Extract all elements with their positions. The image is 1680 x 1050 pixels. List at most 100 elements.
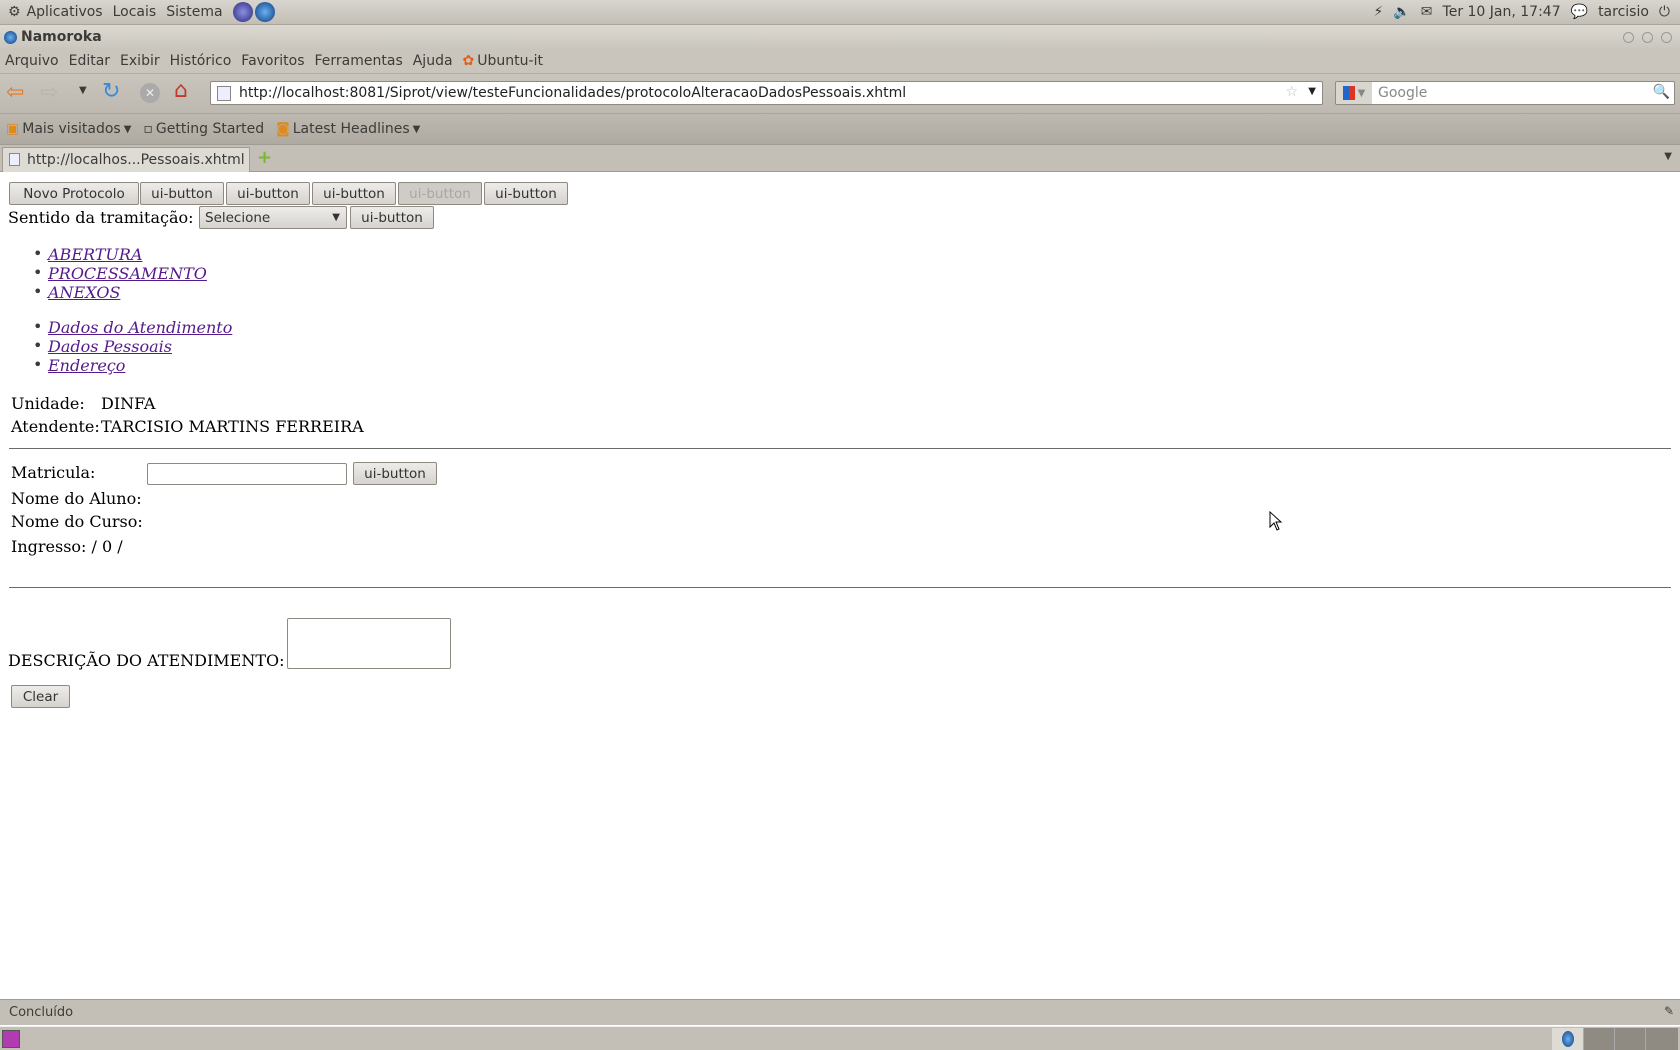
- forward-icon[interactable]: ⇨: [40, 80, 58, 105]
- bottom-panel: [0, 1026, 1680, 1050]
- window-title: Namoroka: [21, 29, 102, 45]
- search-icon[interactable]: 🔍: [1653, 84, 1670, 100]
- matricula-label: Matricula:: [11, 463, 96, 482]
- bookmark-star-icon[interactable]: ☆: [1285, 84, 1298, 100]
- menu-editar[interactable]: Editar: [69, 53, 110, 69]
- atendente-value: TARCISIO MARTINS FERREIRA: [101, 417, 364, 436]
- menu-ubuntu-it[interactable]: Ubuntu-it: [477, 53, 543, 69]
- workspace-1[interactable]: [1552, 1028, 1583, 1050]
- chat-icon[interactable]: 💬: [1571, 4, 1588, 20]
- bookmark-latest-headlines[interactable]: Latest Headlines: [293, 121, 410, 137]
- page-icon: [217, 86, 231, 101]
- menu-arquivo[interactable]: Arquivo: [5, 53, 59, 69]
- ui-button-5[interactable]: ui-button: [484, 182, 568, 205]
- bookmark-mais-visitados[interactable]: Mais visitados: [22, 121, 120, 137]
- section-endereco[interactable]: Endereço: [48, 356, 125, 375]
- matricula-search-button[interactable]: ui-button: [353, 462, 437, 485]
- step-processamento[interactable]: PROCESSAMENTO: [48, 264, 207, 283]
- menu-ajuda[interactable]: Ajuda: [413, 53, 453, 69]
- clear-button[interactable]: Clear: [11, 685, 70, 708]
- tab-active[interactable]: http://localhos...Pessoais.xhtml: [2, 147, 250, 172]
- menu-favoritos[interactable]: Favoritos: [241, 53, 304, 69]
- menu-aplicativos[interactable]: Aplicativos: [27, 4, 103, 20]
- addon-icon[interactable]: ✎: [1664, 1004, 1674, 1018]
- rss-icon: ◙: [276, 121, 290, 137]
- step-abertura[interactable]: ABERTURA: [48, 245, 143, 264]
- new-tab-icon[interactable]: +: [257, 147, 272, 168]
- menu-locais[interactable]: Locais: [113, 4, 157, 20]
- tab-list-icon[interactable]: ▼: [1664, 151, 1672, 162]
- minimize-button[interactable]: [1623, 31, 1634, 43]
- sentido-ui-button[interactable]: ui-button: [350, 206, 434, 229]
- ubuntu-icon: ✿: [462, 53, 475, 69]
- bookmarks-toolbar: ▣ Mais visitados ▼ ▫ Getting Started ◙ La…: [0, 114, 1680, 145]
- workspace-3[interactable]: [1614, 1028, 1645, 1050]
- bullet: •: [33, 355, 43, 374]
- bookmark-getting-started[interactable]: Getting Started: [156, 121, 264, 137]
- home-icon[interactable]: ⌂: [174, 78, 188, 103]
- section-dados-atendimento[interactable]: Dados do Atendimento: [48, 318, 232, 337]
- step-anexos[interactable]: ANEXOS: [48, 283, 120, 302]
- matricula-input[interactable]: [147, 463, 347, 485]
- menu-sistema[interactable]: Sistema: [166, 4, 222, 20]
- page-icon: ▫: [143, 121, 153, 137]
- ui-button-4-disabled: ui-button: [398, 182, 482, 205]
- unidade-value: DINFA: [101, 394, 156, 413]
- eclipse-launcher-icon[interactable]: [232, 2, 253, 22]
- back-icon[interactable]: ⇦: [6, 80, 24, 105]
- google-engine-icon[interactable]: ▼: [1336, 82, 1372, 104]
- workspace-4[interactable]: [1645, 1028, 1676, 1050]
- stop-icon[interactable]: ✕: [140, 83, 160, 103]
- ui-button-1[interactable]: ui-button: [140, 182, 224, 205]
- menubar: Arquivo Editar Exibir Histórico Favorito…: [0, 49, 1680, 74]
- top-panel: ⚙ Aplicativos Locais Sistema ⚡ 🔈 ✉ Ter 1…: [0, 0, 1680, 25]
- maximize-button[interactable]: [1642, 31, 1653, 43]
- clock[interactable]: Ter 10 Jan, 17:47: [1443, 4, 1561, 20]
- bullet: •: [33, 282, 43, 301]
- search-placeholder: Google: [1378, 85, 1428, 101]
- mouse-cursor-icon: [1269, 511, 1283, 531]
- bullet: •: [33, 263, 43, 282]
- unidade-label: Unidade:: [11, 394, 85, 413]
- workspace-switcher[interactable]: [1552, 1028, 1678, 1050]
- show-desktop-icon[interactable]: [2, 1030, 20, 1048]
- menu-ferramentas[interactable]: Ferramentas: [315, 53, 403, 69]
- menu-exibir[interactable]: Exibir: [120, 53, 160, 69]
- browser-launcher-icon[interactable]: [254, 2, 275, 22]
- menu-historico[interactable]: Histórico: [170, 53, 232, 69]
- url-text: http://localhost:8081/Siprot/view/testeF…: [239, 85, 907, 101]
- power-icon[interactable]: ⏻: [1659, 4, 1670, 20]
- novo-protocolo-button[interactable]: Novo Protocolo: [9, 182, 139, 205]
- ubuntu-logo-icon[interactable]: ⚙: [8, 4, 21, 20]
- ingresso-text: Ingresso: / 0 /: [11, 537, 123, 556]
- section-dados-pessoais[interactable]: Dados Pessoais: [48, 337, 172, 356]
- bullet: •: [33, 336, 43, 355]
- descricao-label: DESCRIÇÃO DO ATENDIMENTO:: [8, 651, 285, 670]
- divider: [9, 448, 1671, 449]
- sentido-select-value: Selecione: [205, 209, 271, 226]
- descricao-textarea[interactable]: [287, 618, 451, 669]
- atendente-label: Atendente:: [11, 417, 100, 436]
- nome-aluno-label: Nome do Aluno:: [11, 489, 142, 508]
- browser-logo-icon: [4, 30, 17, 44]
- reload-icon[interactable]: ↻: [102, 79, 120, 104]
- nome-curso-label: Nome do Curso:: [11, 512, 143, 531]
- close-button[interactable]: [1661, 31, 1672, 43]
- sentido-label: Sentido da tramitação:: [8, 208, 194, 227]
- network-icon[interactable]: ⚡: [1374, 4, 1384, 20]
- workspace-2[interactable]: [1583, 1028, 1614, 1050]
- url-bar[interactable]: http://localhost:8081/Siprot/view/testeF…: [210, 81, 1323, 105]
- window-titlebar: Namoroka: [0, 25, 1680, 49]
- ui-button-2[interactable]: ui-button: [226, 182, 310, 205]
- search-bar[interactable]: ▼ Google 🔍: [1335, 81, 1675, 105]
- mail-icon[interactable]: ✉: [1421, 4, 1433, 20]
- user-menu[interactable]: tarcisio: [1598, 4, 1649, 20]
- bullet: •: [33, 317, 43, 336]
- sentido-select[interactable]: Selecione ▼: [199, 206, 347, 229]
- bullet: •: [33, 244, 43, 263]
- history-dropdown-icon[interactable]: ▼: [79, 85, 87, 96]
- volume-icon[interactable]: 🔈: [1393, 4, 1410, 20]
- url-dropdown-icon[interactable]: ▼: [1308, 86, 1316, 97]
- ui-button-3[interactable]: ui-button: [312, 182, 396, 205]
- page-icon: [9, 153, 20, 166]
